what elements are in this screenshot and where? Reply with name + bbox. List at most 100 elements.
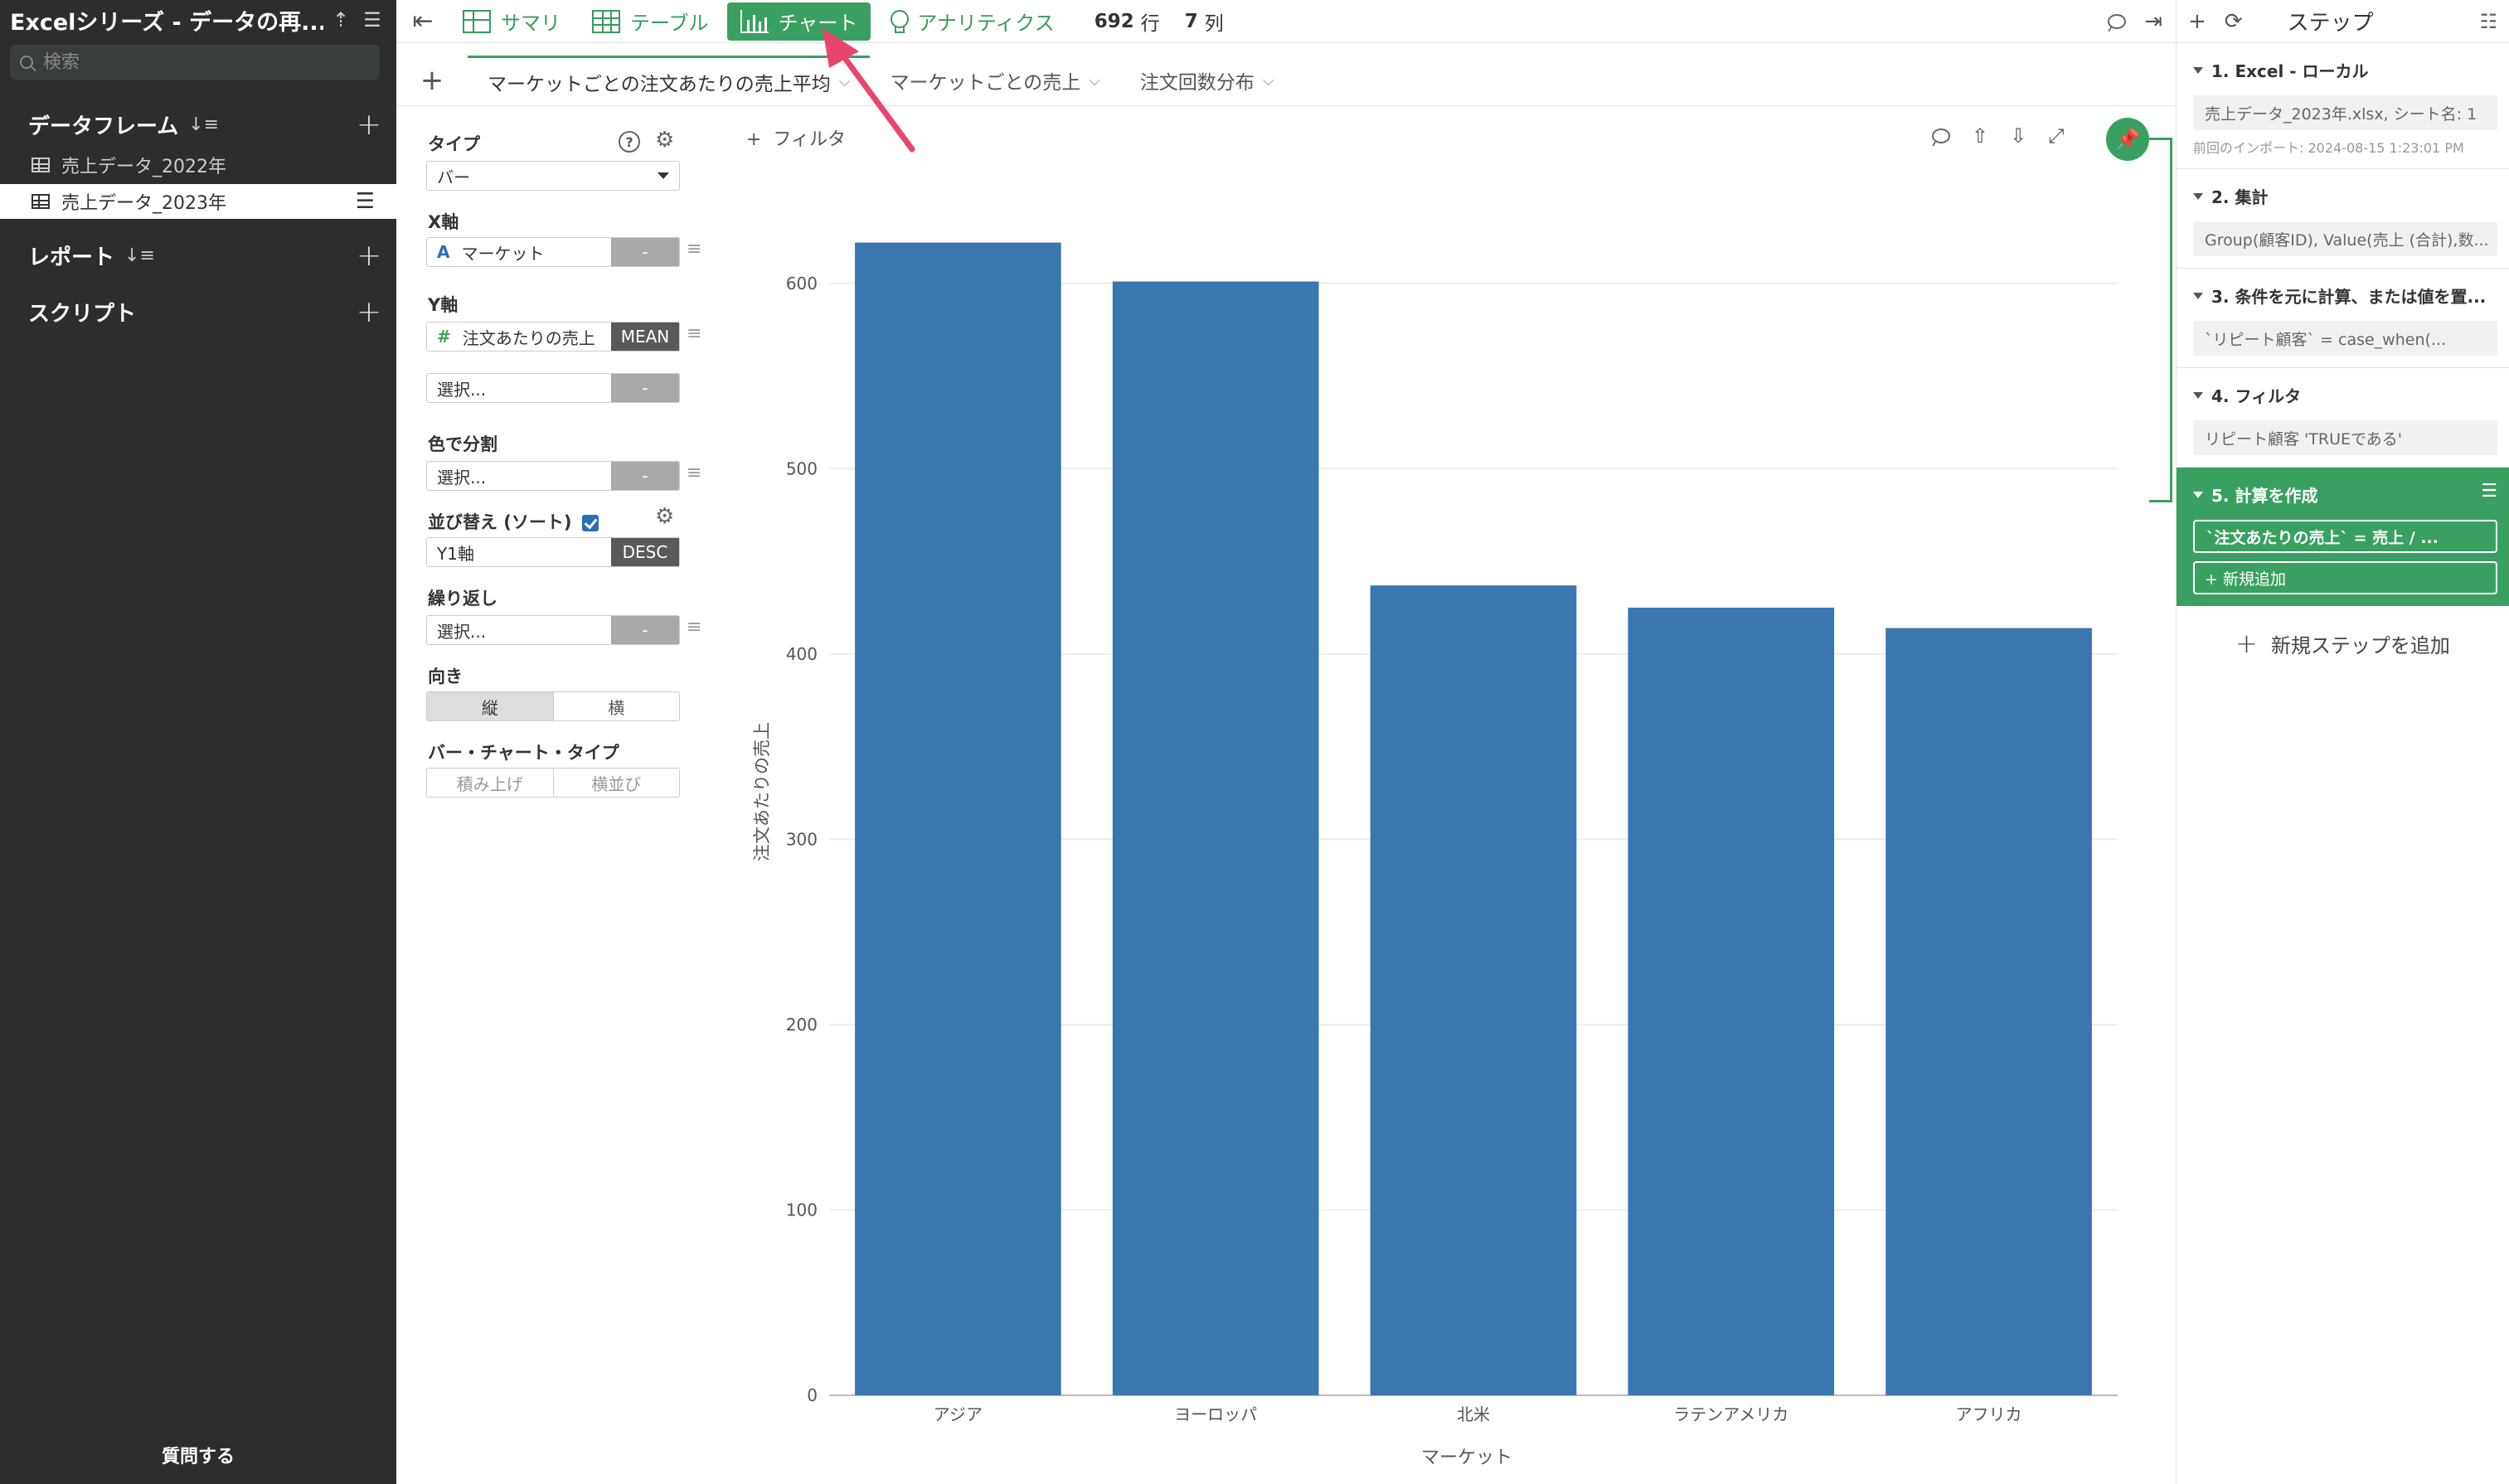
- chart-tab[interactable]: 注文回数分布 ⌵: [1120, 56, 1294, 105]
- collapse-triangle-icon[interactable]: [2193, 391, 2203, 399]
- add-chart-tab-icon[interactable]: +: [396, 56, 468, 105]
- y-axis-aggregation[interactable]: MEAN: [611, 323, 679, 351]
- sort-order[interactable]: DESC: [611, 538, 679, 566]
- collapse-right-panel-icon[interactable]: ⇥: [2144, 9, 2162, 34]
- bar[interactable]: [855, 242, 1061, 1395]
- chart-type-select[interactable]: バー: [426, 161, 680, 191]
- upload-icon[interactable]: ⇡: [327, 6, 355, 34]
- repeat-aggregation[interactable]: -: [611, 616, 679, 644]
- sort-field[interactable]: Y1軸 DESC: [426, 537, 680, 567]
- repeat-field[interactable]: 選択... -: [426, 615, 680, 645]
- tab-table[interactable]: テーブル: [579, 2, 722, 41]
- help-icon[interactable]: ?: [619, 131, 640, 153]
- y2-axis-aggregation[interactable]: -: [611, 374, 679, 402]
- sort-icon[interactable]: ↓≡: [124, 245, 155, 266]
- step-item[interactable]: 2. 集計 Group(顧客ID), Value(売上 (合計),数...: [2177, 169, 2509, 269]
- dataframe-item[interactable]: 売上データ_2022年: [0, 148, 396, 182]
- step-item[interactable]: 3. 条件を元に計算、または値を置... `リピート顧客` = case_whe…: [2177, 269, 2509, 368]
- step-body[interactable]: `注文あたりの売上` = 売上 / ...: [2193, 520, 2497, 553]
- bar-type-side-by-side[interactable]: 横並び: [552, 769, 680, 797]
- step-item-active[interactable]: 5. 計算を作成 ☰ `注文あたりの売上` = 売上 / ... + 新規追加: [2177, 468, 2509, 606]
- step-menu-icon[interactable]: ☰: [2481, 481, 2497, 502]
- step-body[interactable]: Group(顧客ID), Value(売上 (合計),数...: [2193, 221, 2497, 256]
- collapse-triangle-icon[interactable]: [2193, 491, 2203, 498]
- x-axis-title: マーケット: [1421, 1448, 1512, 1468]
- chevron-down-icon[interactable]: ⌵: [1263, 72, 1274, 90]
- comment-icon[interactable]: [2108, 13, 2127, 29]
- sort-label: 並び替え (ソート): [428, 512, 572, 532]
- add-script-icon[interactable]: +: [357, 295, 381, 329]
- chevron-down-icon[interactable]: ⌵: [1089, 72, 1100, 90]
- repeat-placeholder: 選択...: [437, 621, 487, 642]
- share-upload-icon[interactable]: ⇧: [1972, 124, 1988, 148]
- chevron-down-icon[interactable]: ⌵: [839, 73, 851, 90]
- drag-handle-icon[interactable]: ≡: [687, 323, 701, 344]
- download-icon[interactable]: ⇩: [2010, 124, 2026, 148]
- sort-checkbox[interactable]: [581, 515, 599, 531]
- numeric-type-icon: #: [437, 327, 451, 347]
- dataframe-name: 売上データ_2022年: [61, 157, 226, 177]
- chart-config-panel: タイプ ? ⚙ バー X軸 A マーケット - ≡ Y軸 # 注文あたりの売上 ME…: [418, 106, 701, 819]
- collapse-triangle-icon[interactable]: [2193, 66, 2203, 74]
- y-axis-value: 注文あたりの売上: [462, 327, 595, 348]
- search-box[interactable]: [10, 45, 380, 80]
- sort-icon[interactable]: ↓≡: [188, 114, 219, 135]
- project-title[interactable]: Excelシリーズ - データの再...: [10, 4, 323, 36]
- gear-icon[interactable]: ⚙: [655, 504, 674, 529]
- refresh-icon[interactable]: ⟳: [2225, 9, 2243, 34]
- drag-handle-icon[interactable]: ≡: [687, 463, 701, 483]
- add-step-icon[interactable]: +: [2188, 9, 2206, 34]
- dataframe-menu-icon[interactable]: ☰: [356, 189, 375, 214]
- step-body[interactable]: リピート顧客 'TRUEである': [2193, 420, 2497, 455]
- pin-connector-line: [2149, 138, 2172, 502]
- add-new-step-button[interactable]: + 新規ステップを追加: [2177, 606, 2509, 681]
- add-report-icon[interactable]: +: [357, 239, 381, 273]
- orientation-vertical[interactable]: 縦: [427, 692, 553, 720]
- bar[interactable]: [1112, 281, 1319, 1396]
- y-axis-field[interactable]: # 注文あたりの売上 MEAN: [426, 322, 680, 352]
- chart-tab[interactable]: マーケットごとの売上 ⌵: [870, 56, 1119, 105]
- color-split-placeholder: 選択...: [437, 467, 487, 487]
- add-dataframe-icon[interactable]: +: [357, 108, 381, 142]
- add-new-calculation-button[interactable]: + 新規追加: [2193, 561, 2497, 594]
- color-split-label: 色で分割: [428, 434, 497, 454]
- bar[interactable]: [1885, 628, 2092, 1395]
- gear-icon[interactable]: ⚙: [655, 128, 674, 153]
- y2-axis-field[interactable]: 選択... -: [426, 373, 680, 403]
- x-axis-aggregation[interactable]: -: [611, 238, 679, 266]
- orientation-horizontal[interactable]: 横: [552, 692, 680, 720]
- step-item[interactable]: 4. フィルタ リピート顧客 'TRUEである': [2177, 368, 2509, 468]
- filter-button[interactable]: + フィルタ: [746, 124, 846, 151]
- bar-type-stacked[interactable]: 積み上げ: [427, 769, 553, 797]
- settings-sliders-icon[interactable]: ☷: [2479, 10, 2497, 33]
- drag-handle-icon[interactable]: ≡: [687, 239, 701, 259]
- expand-icon[interactable]: ⤢: [2048, 124, 2064, 148]
- y-tick-label: 600: [786, 274, 818, 293]
- reports-label: レポート: [28, 245, 115, 270]
- tab-chart[interactable]: チャート: [726, 2, 871, 41]
- pin-icon[interactable]: 📌: [2106, 118, 2149, 161]
- x-axis-field[interactable]: A マーケット -: [426, 237, 680, 267]
- chart-tab-label: マーケットごとの注文あたりの売上平均: [488, 73, 831, 95]
- step-body[interactable]: 売上データ_2023年.xlsx, シート名: 1: [2193, 95, 2497, 130]
- tab-summary[interactable]: サマリ: [449, 2, 574, 41]
- color-split-field[interactable]: 選択... -: [426, 461, 680, 491]
- color-split-aggregation[interactable]: -: [611, 462, 679, 490]
- bar[interactable]: [1628, 607, 1835, 1395]
- step-item[interactable]: 1. Excel - ローカル 売上データ_2023年.xlsx, シート名: …: [2177, 43, 2509, 169]
- tab-analytics[interactable]: アナリティクス: [876, 2, 1067, 41]
- search-input[interactable]: [43, 51, 358, 73]
- collapse-triangle-icon[interactable]: [2193, 292, 2203, 299]
- comment-icon[interactable]: [1932, 129, 1950, 143]
- dataframe-item-active[interactable]: 売上データ_2023年 ☰: [0, 184, 396, 219]
- drag-handle-icon[interactable]: ≡: [687, 617, 701, 638]
- collapse-triangle-icon[interactable]: [2193, 192, 2203, 200]
- ask-question-button[interactable]: 質問する: [0, 1434, 396, 1476]
- hamburger-menu-icon[interactable]: ☰: [358, 6, 386, 34]
- table-icon: [32, 158, 50, 172]
- collapse-sidebar-icon[interactable]: ⇤: [396, 7, 449, 36]
- chart-tab-active[interactable]: マーケットごとの注文あたりの売上平均 ⌵: [468, 56, 871, 105]
- tab-table-label: テーブル: [630, 12, 709, 35]
- bar[interactable]: [1370, 585, 1577, 1395]
- step-body[interactable]: `リピート顧客` = case_when(...: [2193, 321, 2497, 356]
